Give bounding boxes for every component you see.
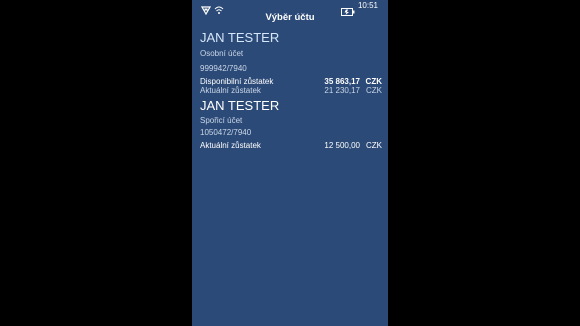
balance-row-current: Aktuální zůstatek 21 230,17 CZK (200, 86, 382, 95)
account-type: Spořicí účet (200, 116, 243, 125)
wifi-icon (214, 2, 224, 14)
network-icon (200, 2, 212, 16)
account-number: 999942/7940 (200, 64, 247, 73)
balance-row-current: Aktuální zůstatek 12 500,00 CZK (200, 141, 382, 150)
status-time: 10:51 (357, 1, 378, 10)
balance-currency: CZK (365, 77, 382, 86)
balance-label: Aktuální zůstatek (200, 86, 261, 95)
page-title: Výběr účtu (265, 12, 315, 23)
balance-value: 21 230,17 (324, 86, 360, 95)
balance-label: Disponibilní zůstatek (200, 77, 274, 86)
balance-label: Aktuální zůstatek (200, 141, 261, 150)
account-card-savings[interactable]: JAN TESTER Spořicí účet 1050472/7940 Akt… (200, 98, 382, 150)
balance-value: 12 500,00 (324, 141, 360, 150)
balance-currency: CZK (366, 86, 382, 95)
balance-currency: CZK (366, 141, 382, 150)
account-owner: JAN TESTER (200, 30, 280, 45)
balance-row-available: Disponibilní zůstatek 35 863,17 CZK (200, 77, 382, 86)
account-type: Osobní účet (200, 49, 244, 58)
phone-screen: 10:51 Výběr účtu JAN TESTER Osobní účet … (192, 0, 388, 326)
account-number: 1050472/7940 (200, 128, 252, 137)
account-card-personal[interactable]: JAN TESTER Osobní účet 999942/7940 Dispo… (200, 30, 382, 95)
account-owner: JAN TESTER (200, 98, 280, 113)
balance-value: 35 863,17 (324, 77, 360, 86)
